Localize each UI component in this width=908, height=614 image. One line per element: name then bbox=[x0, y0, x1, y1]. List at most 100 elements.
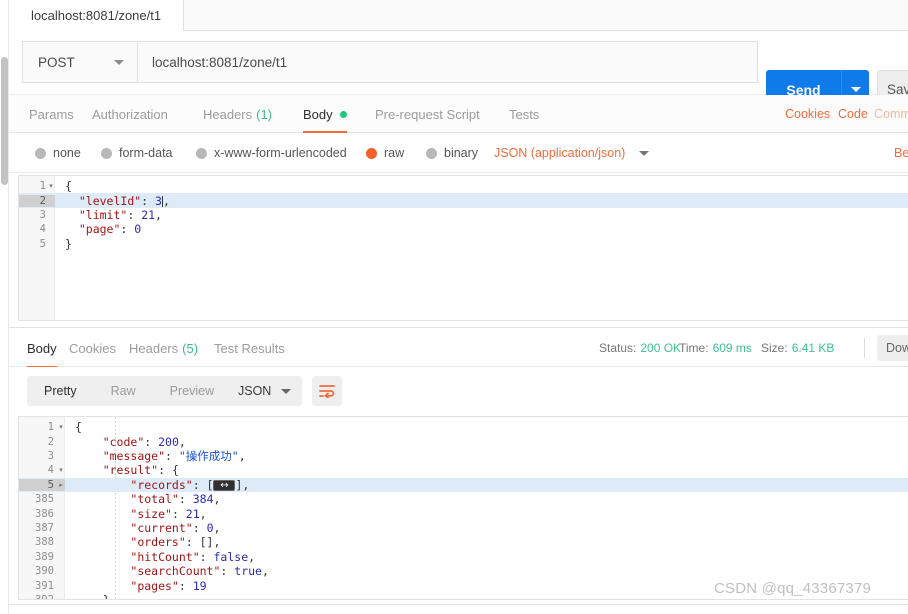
code-token: "操作成功" bbox=[178, 448, 239, 463]
line-number: 2 bbox=[19, 194, 55, 207]
code-content: } bbox=[55, 237, 72, 251]
url-value: localhost:8081/zone/t1 bbox=[152, 54, 288, 70]
request-tab-tests[interactable]: Tests bbox=[509, 95, 539, 133]
code-fold-toggle-icon[interactable]: ▾ bbox=[47, 182, 55, 190]
code-token: : bbox=[127, 207, 142, 222]
code-token: "pages" bbox=[130, 578, 179, 593]
response-tab-body[interactable]: Body bbox=[27, 328, 57, 368]
body-type-row: none form-data x-www-form-urlencoded raw bin… bbox=[9, 133, 908, 173]
body-type-form-data[interactable]: form-data bbox=[101, 133, 173, 173]
code-fold-toggle-icon[interactable]: ▾ bbox=[57, 466, 65, 474]
line-number: 392 bbox=[35, 593, 54, 600]
code-token: false bbox=[213, 549, 249, 564]
word-wrap-icon bbox=[319, 385, 335, 398]
response-tab-headers[interactable]: Headers (5) bbox=[129, 328, 198, 368]
code-token: , bbox=[199, 506, 207, 521]
request-tab-pre-request-script[interactable]: Pre-request Script bbox=[375, 95, 480, 133]
tab-label: Headers bbox=[203, 106, 253, 122]
csdn-watermark: CSDN @qq_43367379 bbox=[714, 580, 872, 597]
request-tab-headers[interactable]: Headers (1) bbox=[203, 95, 272, 133]
bottom-strip bbox=[9, 605, 908, 614]
code-fold-toggle-icon[interactable]: ▾ bbox=[57, 423, 65, 431]
tab-count: (1) bbox=[256, 106, 273, 122]
line-number: 5 bbox=[39, 237, 46, 250]
response-format-label: JSON bbox=[238, 384, 272, 398]
response-time: Time: 609 ms bbox=[679, 328, 752, 368]
request-tab-authorization[interactable]: Authorization bbox=[92, 95, 168, 133]
collapsed-array-widget[interactable] bbox=[213, 476, 236, 496]
code-token: "current" bbox=[130, 520, 193, 535]
url-input[interactable]: localhost:8081/zone/t1 bbox=[137, 41, 758, 83]
response-size: Size: 6.41 KB bbox=[761, 328, 834, 368]
code-token: : [ bbox=[192, 477, 214, 492]
view-mode-raw[interactable]: Raw bbox=[94, 384, 153, 398]
code-token: : [], bbox=[185, 535, 221, 550]
radio-icon bbox=[366, 147, 377, 159]
http-method-select[interactable]: POST bbox=[22, 41, 137, 83]
size-value: 6.41 KB bbox=[791, 341, 835, 355]
body-type-binary[interactable]: binary bbox=[426, 133, 478, 173]
body-type-raw[interactable]: raw bbox=[366, 133, 404, 173]
code-content: "searchCount": true, bbox=[65, 564, 269, 578]
response-tab-test-results[interactable]: Test Results bbox=[214, 328, 285, 368]
line-number: 3 bbox=[39, 208, 46, 221]
code-token: "searchCount" bbox=[130, 564, 221, 579]
response-tab-cookies[interactable]: Cookies bbox=[69, 328, 116, 368]
request-tab-body[interactable]: Body bbox=[303, 95, 347, 133]
body-type-label: raw bbox=[384, 146, 405, 160]
response-format-select[interactable]: JSON bbox=[225, 376, 302, 406]
view-mode-pretty[interactable]: Pretty bbox=[27, 384, 94, 398]
time-value: 609 ms bbox=[712, 341, 752, 355]
link-code[interactable]: Code bbox=[838, 95, 868, 133]
word-wrap-button[interactable] bbox=[312, 376, 342, 406]
link-cookies[interactable]: Cookies bbox=[785, 95, 830, 133]
response-body-editor[interactable]: 1 ▾{2 "code": 200, 3 "message": "操作成功", 4 ▾ … bbox=[18, 416, 908, 600]
status-value: 200 OK bbox=[640, 341, 682, 355]
tab-label: Body bbox=[27, 340, 57, 356]
code-token: , bbox=[238, 448, 246, 463]
beautify-button[interactable]: Be bbox=[894, 133, 908, 173]
url-bar-row: POST localhost:8081/zone/t1 Send Save bbox=[9, 31, 908, 109]
code-token: { bbox=[75, 420, 82, 435]
code-content: "records": [], bbox=[65, 476, 250, 496]
body-type-x-www-form-urlencoded[interactable]: x-www-form-urlencoded bbox=[196, 133, 347, 173]
code-line: 387 "current": 0, bbox=[19, 521, 908, 535]
code-token: : bbox=[165, 448, 179, 463]
request-tab[interactable]: localhost:8081/zone/t1 bbox=[9, 0, 185, 31]
response-section-tabs: Test Results Headers (5) Cookies Body Status… bbox=[9, 327, 908, 368]
code-token: ], bbox=[235, 477, 250, 492]
code-content: "result": { bbox=[65, 463, 179, 477]
view-mode-preview[interactable]: Preview bbox=[153, 384, 231, 398]
code-line: 3 "message": "操作成功", bbox=[19, 449, 908, 463]
body-format-select[interactable]: JSON (application/json) bbox=[494, 133, 650, 173]
download-response-button[interactable]: Down bbox=[877, 335, 908, 361]
request-body-editor[interactable]: 1 ▾{2 "levelId": 3, 3 "limit": 21, 4 "page"… bbox=[18, 175, 908, 321]
response-status: Status: 200 OK bbox=[599, 328, 681, 368]
code-content: "pages": 19 bbox=[65, 578, 206, 593]
body-type-label: form-data bbox=[119, 146, 173, 160]
code-fold-toggle-icon[interactable]: ▸ bbox=[57, 481, 65, 489]
line-number: 4 bbox=[39, 223, 46, 236]
code-line: 2 "code": 200, bbox=[19, 434, 908, 449]
request-tab-params[interactable]: Params bbox=[29, 95, 74, 133]
code-content: "orders": [], bbox=[65, 535, 220, 549]
code-token: , bbox=[213, 520, 221, 535]
body-type-label: none bbox=[53, 146, 81, 160]
left-scrollbar-thumb[interactable] bbox=[1, 57, 8, 185]
body-type-none[interactable]: none bbox=[35, 133, 81, 173]
tab-label: Headers bbox=[129, 340, 179, 356]
code-token: , bbox=[248, 549, 256, 564]
chevron-down-icon bbox=[639, 150, 650, 156]
code-content: { bbox=[65, 420, 82, 434]
code-token: "page" bbox=[78, 222, 121, 237]
tab-count: (5) bbox=[182, 340, 199, 356]
link-comm[interactable]: Comm bbox=[874, 95, 908, 133]
code-token: 0 bbox=[134, 222, 142, 237]
tab-label: Test Results bbox=[214, 340, 285, 356]
